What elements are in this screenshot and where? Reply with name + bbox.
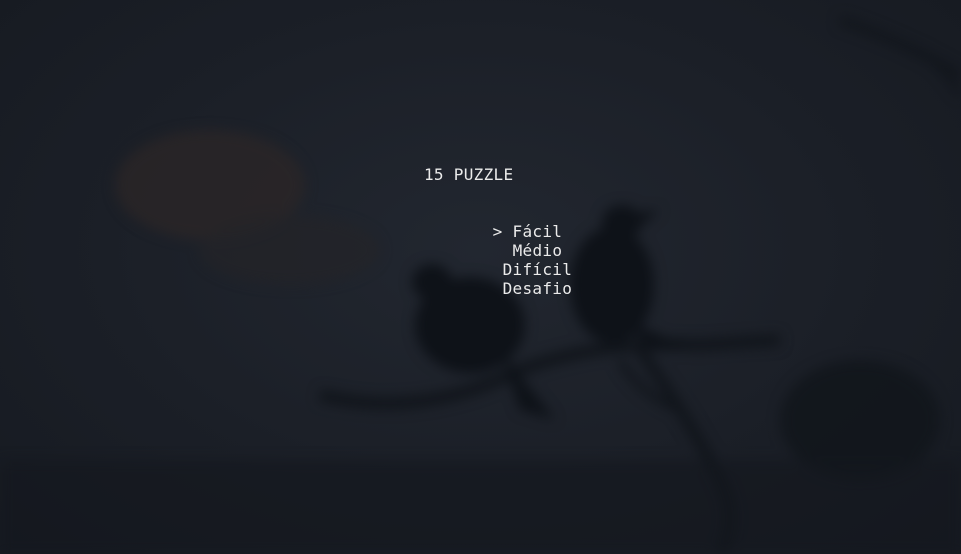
game-screen: 15 PUZZLE > Fácil Médio Difícil Desafio bbox=[0, 0, 961, 554]
menu-option-label: Desafio bbox=[502, 279, 573, 298]
main-menu: 15 PUZZLE > Fácil Médio Difícil Desafio bbox=[0, 0, 961, 554]
menu-option-challenge[interactable]: Desafio bbox=[443, 260, 572, 317]
game-title: 15 PUZZLE bbox=[424, 165, 514, 184]
